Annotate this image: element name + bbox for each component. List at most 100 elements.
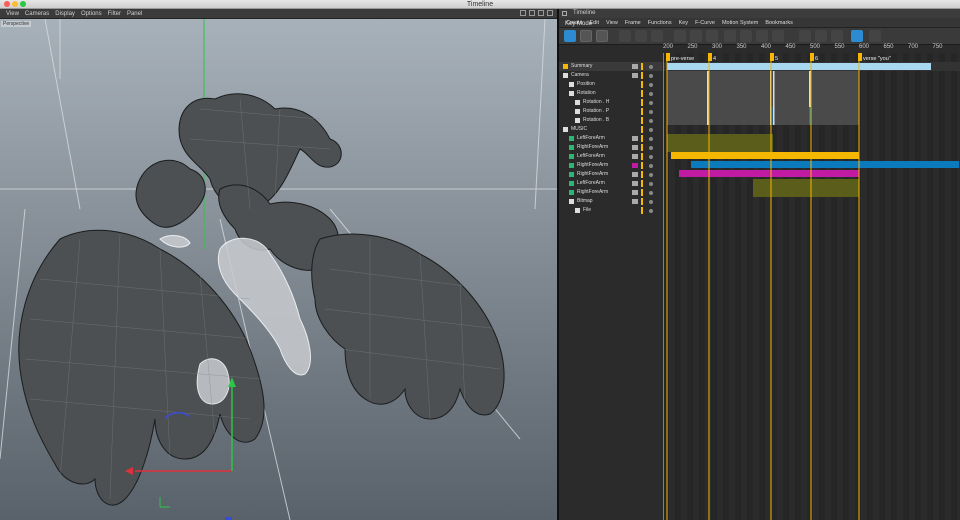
marker-flag-icon[interactable]: [666, 53, 670, 61]
maximize-icon[interactable]: [547, 10, 553, 16]
curve-spline-icon[interactable]: [772, 30, 784, 42]
snap-icon[interactable]: [619, 30, 631, 42]
track-enable-checkbox[interactable]: [632, 145, 638, 150]
lock-icon[interactable]: [831, 30, 843, 42]
track-enable-checkbox[interactable]: [632, 73, 638, 78]
add-key-icon[interactable]: [674, 30, 686, 42]
track-solo-dot[interactable]: [649, 154, 653, 159]
track-solo-dot[interactable]: [649, 82, 653, 87]
pan-icon[interactable]: [520, 10, 526, 16]
viewport-menu-view[interactable]: View: [6, 11, 19, 17]
track-solo-dot[interactable]: [649, 181, 653, 186]
viewport-menu-panel[interactable]: Panel: [127, 11, 142, 17]
track-row[interactable]: Rotation . B: [559, 116, 662, 125]
frame-ruler[interactable]: 200 250 300 350 400 450 500 550 600 650 700 750: [663, 44, 960, 53]
track-row[interactable]: LeftForeArm: [559, 179, 662, 188]
track-row[interactable]: Rotation: [559, 89, 662, 98]
fcurve-mode-icon[interactable]: [580, 30, 592, 42]
track-row[interactable]: File: [559, 206, 662, 215]
clip-leftforearm-1[interactable]: [667, 134, 773, 143]
curve-break-icon[interactable]: [815, 30, 827, 42]
curve-linear-icon[interactable]: [724, 30, 736, 42]
flag-icon[interactable]: [706, 30, 718, 42]
curve-ease-icon[interactable]: [740, 30, 752, 42]
track-enable-checkbox[interactable]: [632, 181, 638, 186]
track-row[interactable]: Camera: [559, 71, 662, 80]
track-row[interactable]: Rotation . H: [559, 98, 662, 107]
track-solo-dot[interactable]: [649, 190, 653, 195]
filter-icon[interactable]: [651, 30, 663, 42]
timeline-menu-view[interactable]: View: [606, 20, 618, 26]
track-solo-dot[interactable]: [649, 109, 653, 114]
curve-step-icon[interactable]: [756, 30, 768, 42]
viewport-menu-filter[interactable]: Filter: [108, 11, 121, 17]
curve-tangent-icon[interactable]: [799, 30, 811, 42]
track-solo-dot[interactable]: [649, 100, 653, 105]
zoom-icon[interactable]: [529, 10, 535, 16]
viewport-scene[interactable]: [0, 19, 557, 520]
track-row[interactable]: RightForeArm: [559, 143, 662, 152]
clip-rightforearm-1[interactable]: [667, 143, 773, 152]
timeline-menu-frame[interactable]: Frame: [625, 20, 641, 26]
marker-flag-icon[interactable]: [708, 53, 712, 61]
timeline-menu-fcurve[interactable]: F-Curve: [695, 20, 715, 26]
viewport-panel[interactable]: View Cameras Display Options Filter Pane…: [0, 9, 557, 520]
viewport-menu-options[interactable]: Options: [81, 11, 102, 17]
viewport-menu-display[interactable]: Display: [55, 11, 75, 17]
track-solo-dot[interactable]: [649, 64, 653, 69]
track-solo-dot[interactable]: [649, 73, 653, 78]
key-mode-icon[interactable]: [564, 30, 576, 42]
viewport-menu-cameras[interactable]: Cameras: [25, 11, 49, 17]
summary-range-bar[interactable]: [667, 63, 931, 70]
clip-leftforearm-yellow[interactable]: [671, 152, 859, 159]
track-row[interactable]: RightForeArm: [559, 188, 662, 197]
marker-flag-icon[interactable]: [858, 53, 862, 61]
timeline-tracks[interactable]: pre-verse 4 5 6 verse "you": [663, 53, 960, 520]
dopesheet-mode-icon[interactable]: [596, 30, 608, 42]
key-tick[interactable]: [707, 71, 709, 125]
track-row[interactable]: Rotation . P: [559, 107, 662, 116]
track-row[interactable]: LeftForeArm: [559, 152, 662, 161]
track-solo-dot[interactable]: [649, 199, 653, 204]
timeline-menu-bookmarks[interactable]: Bookmarks: [765, 20, 793, 26]
track-enable-checkbox[interactable]: [632, 190, 638, 195]
track-enable-checkbox[interactable]: [632, 163, 638, 168]
track-row[interactable]: Summary: [559, 62, 662, 71]
zoom-fit-icon[interactable]: [869, 30, 881, 42]
track-enable-checkbox[interactable]: [632, 199, 638, 204]
remove-key-icon[interactable]: [690, 30, 702, 42]
track-color-bar: [641, 180, 643, 187]
track-solo-dot[interactable]: [649, 91, 653, 96]
track-enable-checkbox[interactable]: [632, 136, 638, 141]
key-tick[interactable]: [773, 71, 775, 125]
marker-flag-icon[interactable]: [770, 53, 774, 61]
track-row[interactable]: RightForeArm: [559, 170, 662, 179]
track-enable-checkbox[interactable]: [632, 64, 638, 69]
track-solo-dot[interactable]: [649, 127, 653, 132]
track-row[interactable]: LeftForeArm: [559, 134, 662, 143]
clip-rightforearm-magenta[interactable]: [679, 170, 859, 177]
track-solo-dot[interactable]: [649, 145, 653, 150]
marker-flag-icon[interactable]: [810, 53, 814, 61]
track-enable-checkbox[interactable]: [632, 154, 638, 159]
track-row[interactable]: MUSIC: [559, 125, 662, 134]
ripple-icon[interactable]: [851, 30, 863, 42]
clip-olive-lower[interactable]: [753, 179, 859, 197]
timeline-menu-key[interactable]: Key: [679, 20, 688, 26]
camera-keys-block[interactable]: [667, 71, 859, 125]
track-solo-dot[interactable]: [649, 208, 653, 213]
track-solo-dot[interactable]: [649, 172, 653, 177]
track-row[interactable]: RightForeArm: [559, 161, 662, 170]
track-solo-dot[interactable]: [649, 136, 653, 141]
link-icon[interactable]: [635, 30, 647, 42]
clip-rightforearm-blue[interactable]: [691, 161, 959, 168]
track-enable-checkbox[interactable]: [632, 172, 638, 177]
track-solo-dot[interactable]: [649, 163, 653, 168]
timeline-menu-functions[interactable]: Functions: [648, 20, 672, 26]
track-row[interactable]: Bitmap: [559, 197, 662, 206]
timeline-menu-motion-system[interactable]: Motion System: [722, 20, 758, 26]
track-row[interactable]: Position: [559, 80, 662, 89]
rotate-icon[interactable]: [538, 10, 544, 16]
track-solo-dot[interactable]: [649, 118, 653, 123]
key-tick-blue[interactable]: [809, 107, 811, 125]
